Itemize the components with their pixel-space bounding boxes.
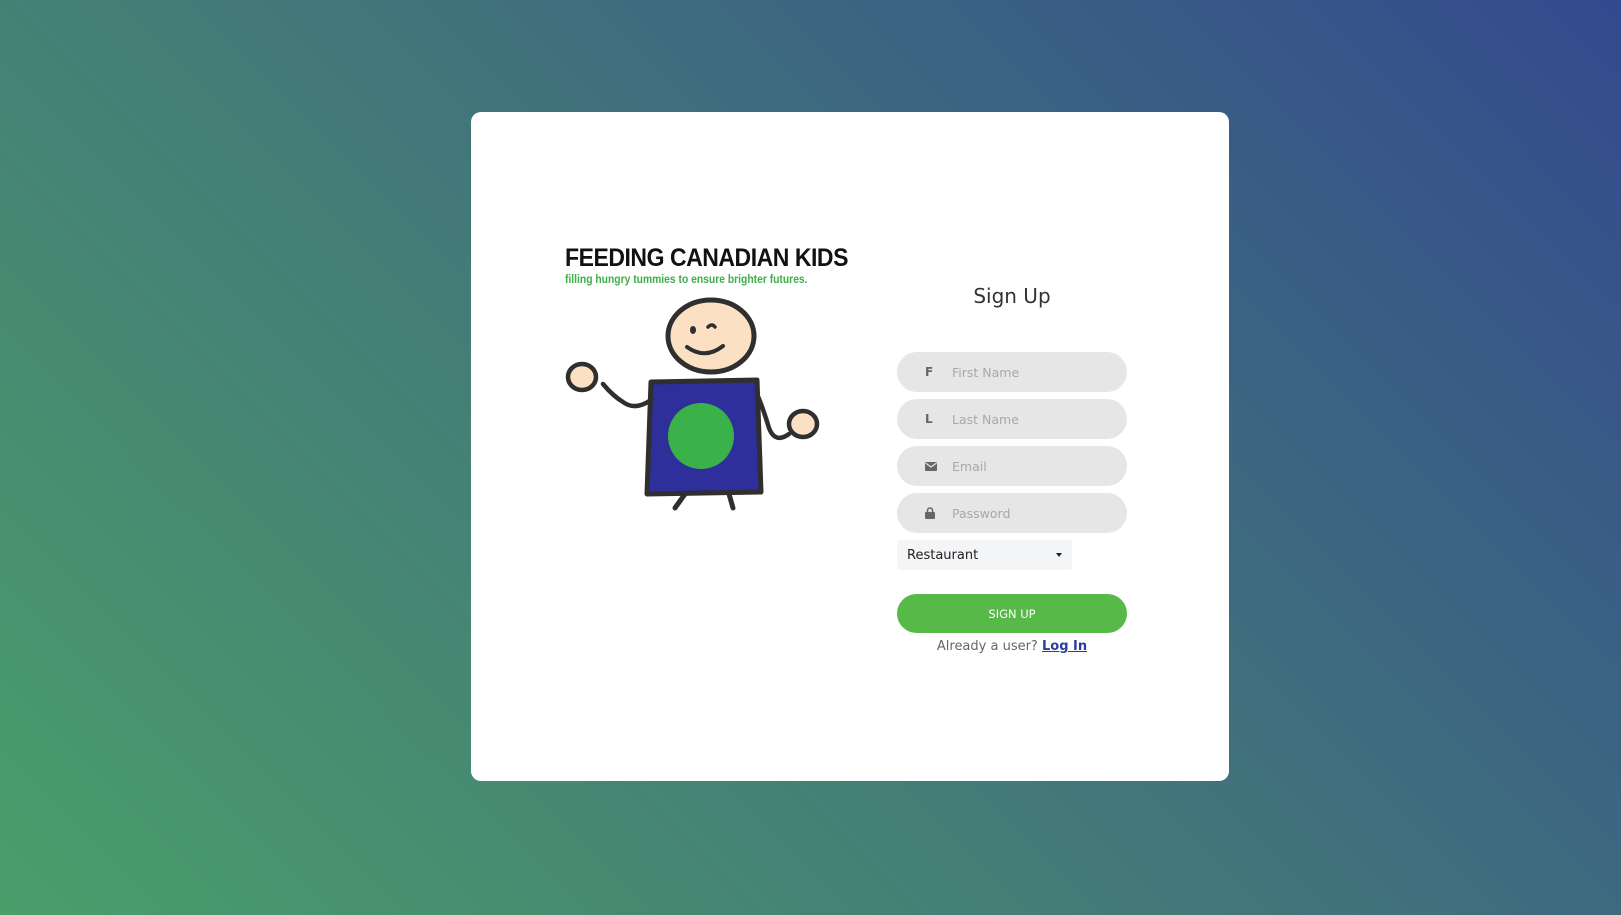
last-name-input[interactable] bbox=[950, 410, 1124, 428]
login-prompt: Already a user? Log In bbox=[897, 639, 1127, 654]
password-field[interactable] bbox=[897, 493, 1127, 533]
caret-down-icon bbox=[1056, 553, 1062, 557]
mascot-arm bbox=[600, 381, 654, 409]
mascot-hand bbox=[565, 361, 599, 393]
signup-card: FEEDING CANADIAN KIDS filling hungry tum… bbox=[471, 112, 1229, 781]
brand-title: FEEDING CANADIAN KIDS bbox=[565, 244, 848, 272]
email-field[interactable] bbox=[897, 446, 1127, 486]
mascot-emblem bbox=[668, 403, 734, 469]
login-link[interactable]: Log In bbox=[1042, 639, 1087, 654]
mascot-hand bbox=[786, 408, 820, 440]
brand-tagline: filling hungry tummies to ensure brighte… bbox=[565, 272, 808, 286]
last-name-icon: L bbox=[925, 412, 933, 426]
mascot-leg bbox=[672, 491, 688, 511]
login-prompt-text: Already a user? bbox=[936, 639, 1038, 654]
user-type-select[interactable]: Restaurant bbox=[897, 540, 1072, 570]
brand-logo: FEEDING CANADIAN KIDS filling hungry tum… bbox=[565, 244, 848, 514]
user-type-value: Restaurant bbox=[907, 547, 979, 563]
envelope-icon bbox=[925, 461, 945, 471]
mascot-leg bbox=[726, 491, 736, 511]
mascot-eye bbox=[706, 323, 717, 329]
form-title: Sign Up bbox=[973, 284, 1051, 308]
signup-button[interactable]: SIGN UP bbox=[897, 594, 1127, 633]
first-name-field[interactable]: F bbox=[897, 352, 1127, 392]
signup-form: Sign Up F L bbox=[897, 282, 1127, 654]
first-name-input[interactable] bbox=[950, 363, 1124, 381]
mascot-eye bbox=[690, 326, 696, 334]
mascot-arm bbox=[754, 391, 792, 441]
mascot-head bbox=[665, 297, 757, 375]
email-input[interactable] bbox=[950, 457, 1124, 475]
last-name-field[interactable]: L bbox=[897, 399, 1127, 439]
mascot-illustration bbox=[565, 297, 820, 511]
lock-icon bbox=[925, 507, 945, 519]
password-input[interactable] bbox=[950, 504, 1124, 522]
first-name-icon: F bbox=[925, 365, 934, 379]
